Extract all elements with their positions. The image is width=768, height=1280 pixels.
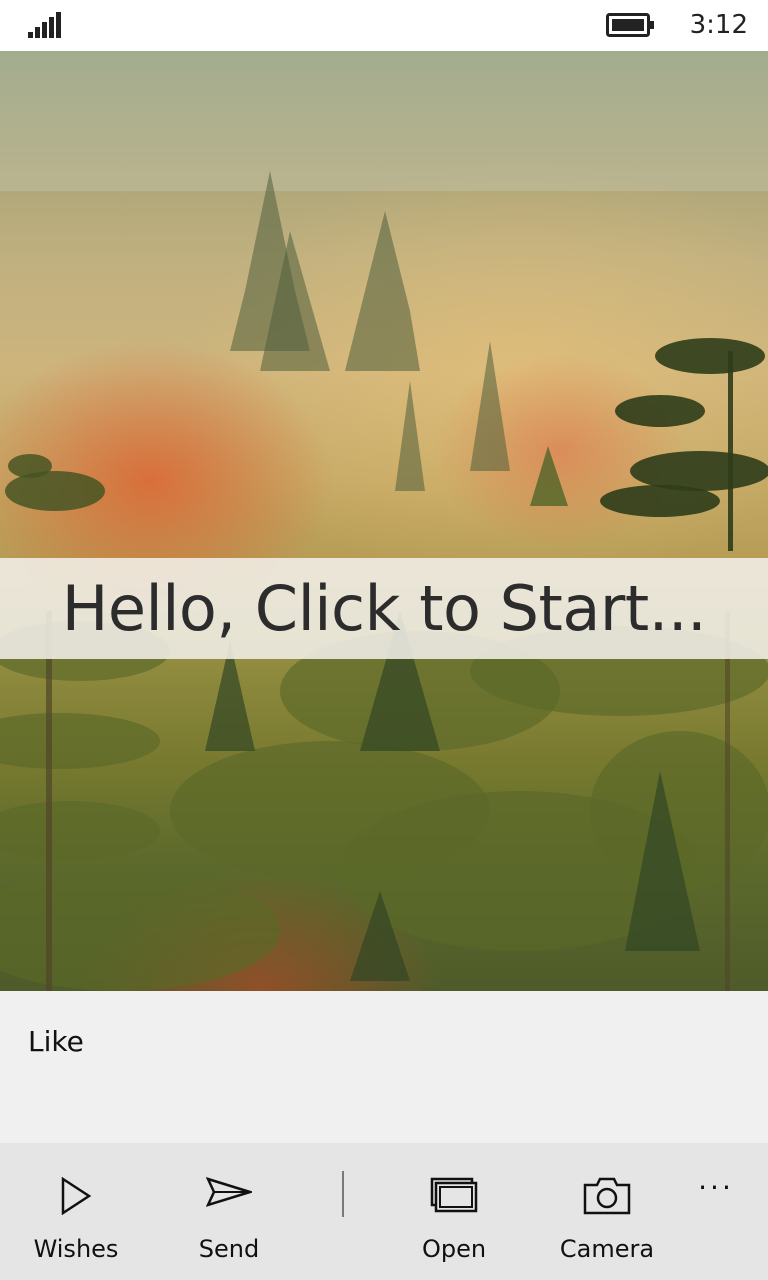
- start-title[interactable]: Hello, Click to Start...: [0, 558, 768, 659]
- send-button[interactable]: Send: [159, 1143, 299, 1280]
- app-bar: Wishes Send Open Camera ···: [0, 1143, 768, 1280]
- camera-icon: [583, 1177, 631, 1215]
- send-label: Send: [198, 1235, 260, 1263]
- camera-label: Camera: [559, 1235, 655, 1263]
- forest-illustration: [0, 51, 768, 991]
- open-button[interactable]: Open: [384, 1143, 524, 1280]
- app-bar-divider: [342, 1171, 344, 1217]
- open-label: Open: [421, 1235, 487, 1263]
- wishes-button[interactable]: Wishes: [6, 1143, 146, 1280]
- send-icon: [206, 1177, 252, 1207]
- battery-full-icon: [606, 13, 654, 37]
- signal-bars-icon: [28, 12, 61, 38]
- camera-button[interactable]: Camera: [537, 1143, 677, 1280]
- content-area: Like: [0, 991, 768, 1143]
- like-label[interactable]: Like: [28, 1025, 84, 1058]
- play-icon: [61, 1177, 92, 1215]
- title-banner[interactable]: Hello, Click to Start...: [0, 558, 768, 659]
- forest-photo[interactable]: Hello, Click to Start...: [0, 51, 768, 991]
- status-time: 3:12: [689, 10, 748, 40]
- wishes-label: Wishes: [33, 1235, 119, 1263]
- open-icon: [430, 1177, 478, 1213]
- more-options-button[interactable]: ···: [688, 1173, 744, 1213]
- status-bar: 3:12: [0, 0, 768, 51]
